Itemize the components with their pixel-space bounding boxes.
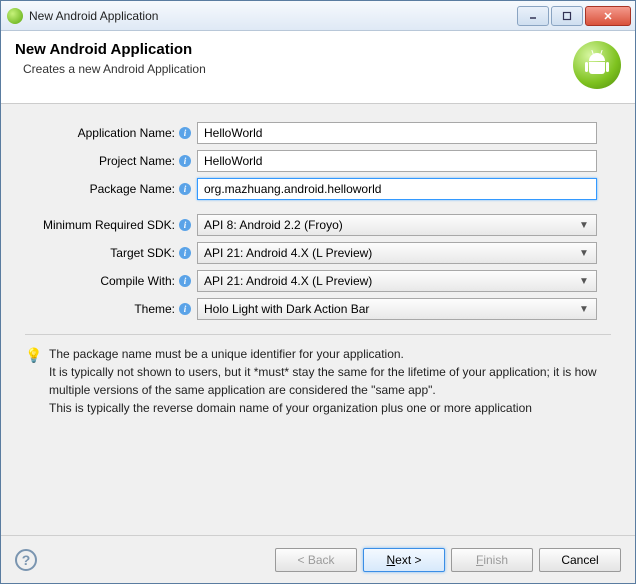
application-name-label: Application Name: <box>25 126 177 140</box>
hint-line: The package name must be a unique identi… <box>49 345 611 363</box>
target-sdk-select[interactable]: API 21: Android 4.X (L Preview) ▼ <box>197 242 597 264</box>
chevron-down-icon: ▼ <box>576 220 592 231</box>
hint-panel: 💡 The package name must be a unique iden… <box>25 345 611 417</box>
theme-select[interactable]: Holo Light with Dark Action Bar ▼ <box>197 298 597 320</box>
compile-with-select[interactable]: API 21: Android 4.X (L Preview) ▼ <box>197 270 597 292</box>
info-icon[interactable]: i <box>179 303 191 315</box>
back-button[interactable]: < Back <box>275 548 357 572</box>
android-logo-icon <box>573 41 621 89</box>
chevron-down-icon: ▼ <box>576 304 592 315</box>
compile-with-label: Compile With: <box>25 274 177 288</box>
wizard-header: New Android Application Creates a new An… <box>1 31 635 104</box>
help-icon[interactable]: ? <box>15 549 37 571</box>
info-icon[interactable]: i <box>179 275 191 287</box>
wizard-footer: ? < Back Next > Finish Cancel <box>1 535 635 583</box>
page-subtitle: Creates a new Android Application <box>23 62 573 76</box>
application-name-input[interactable] <box>197 122 597 144</box>
theme-label: Theme: <box>25 302 177 316</box>
finish-button[interactable]: Finish <box>451 548 533 572</box>
info-icon[interactable]: i <box>179 127 191 139</box>
chevron-down-icon: ▼ <box>576 248 592 259</box>
app-icon <box>7 8 23 24</box>
maximize-button[interactable] <box>551 6 583 26</box>
hint-line: It is typically not shown to users, but … <box>49 363 611 399</box>
min-sdk-select[interactable]: API 8: Android 2.2 (Froyo) ▼ <box>197 214 597 236</box>
divider <box>25 334 611 335</box>
chevron-down-icon: ▼ <box>576 276 592 287</box>
titlebar: New Android Application <box>1 1 635 31</box>
form-area: Application Name: i Project Name: i Pack… <box>1 104 635 427</box>
minimize-button[interactable] <box>517 6 549 26</box>
dialog-window: New Android Application New Android Appl… <box>0 0 636 584</box>
project-name-label: Project Name: <box>25 154 177 168</box>
close-button[interactable] <box>585 6 631 26</box>
package-name-label: Package Name: <box>25 182 177 196</box>
info-icon[interactable]: i <box>179 183 191 195</box>
project-name-input[interactable] <box>197 150 597 172</box>
window-title: New Android Application <box>29 9 515 23</box>
target-sdk-label: Target SDK: <box>25 246 177 260</box>
info-icon[interactable]: i <box>179 219 191 231</box>
next-button[interactable]: Next > <box>363 548 445 572</box>
info-icon[interactable]: i <box>179 247 191 259</box>
hint-line: This is typically the reverse domain nam… <box>49 399 611 417</box>
min-sdk-label: Minimum Required SDK: <box>25 218 177 232</box>
lightbulb-icon: 💡 <box>25 345 41 361</box>
cancel-button[interactable]: Cancel <box>539 548 621 572</box>
info-icon[interactable]: i <box>179 155 191 167</box>
package-name-input[interactable] <box>197 178 597 200</box>
page-title: New Android Application <box>15 41 573 58</box>
